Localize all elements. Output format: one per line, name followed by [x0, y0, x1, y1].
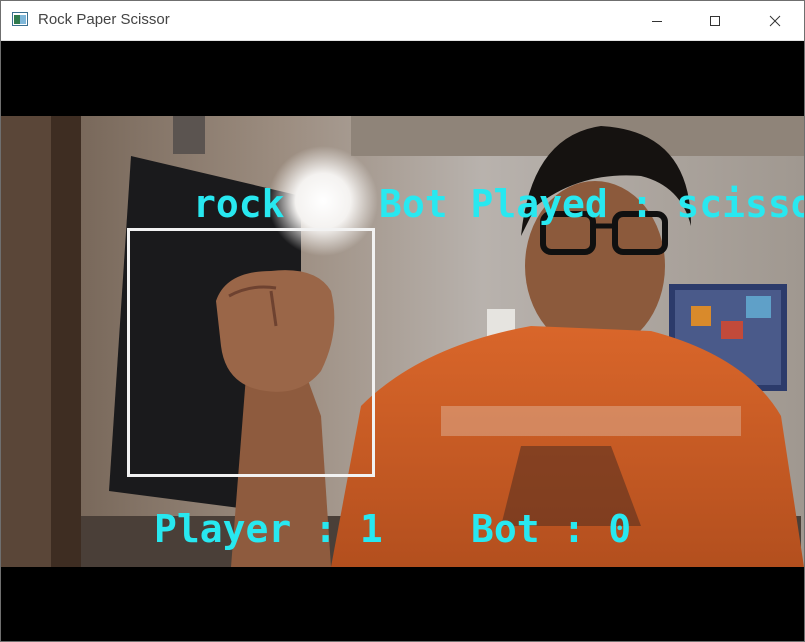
- bot-played-label: Bot Played : scissor: [379, 182, 804, 226]
- maximize-icon: [710, 15, 720, 26]
- detected-gesture-label: rock: [193, 182, 285, 226]
- minimize-button[interactable]: [628, 1, 686, 40]
- app-window: Rock Paper Scissor rock Bot Played: sci…: [0, 0, 805, 642]
- player-score-label: Player : 1: [154, 507, 383, 551]
- minimize-icon: [652, 20, 662, 22]
- maximize-button[interactable]: [686, 1, 744, 40]
- hand-detection-box: [127, 228, 375, 477]
- window-title: Rock Paper Scissor: [38, 11, 170, 28]
- close-icon: [769, 15, 781, 26]
- title-bar[interactable]: Rock Paper Scissor: [1, 1, 804, 41]
- close-button[interactable]: [746, 1, 804, 40]
- video-canvas: rock Bot Played : scissor Player : 1 Bot…: [1, 41, 804, 641]
- image-window-icon: [12, 12, 28, 26]
- bot-score-label: Bot : 0: [471, 507, 632, 551]
